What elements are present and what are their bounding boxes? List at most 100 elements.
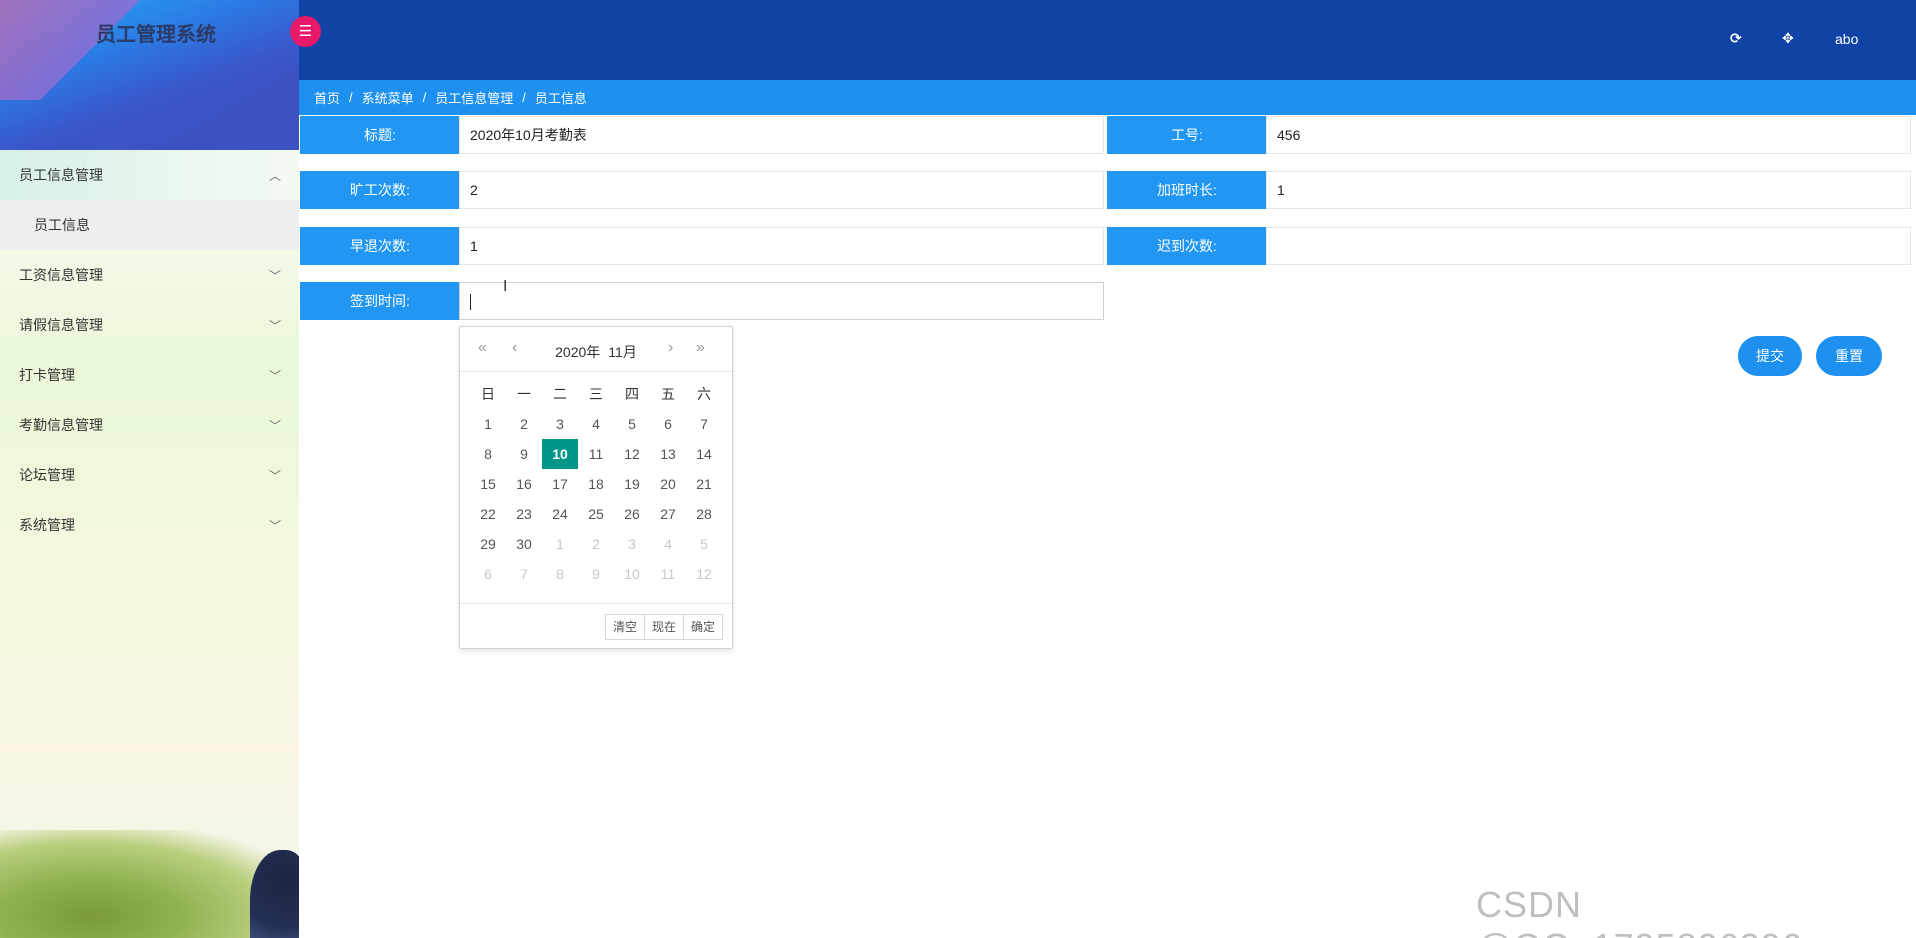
day-cell[interactable]: 15: [470, 469, 506, 499]
sidebar-item-employee-info[interactable]: 员工信息管理 ︿: [0, 150, 299, 200]
day-cell[interactable]: 4: [578, 409, 614, 439]
day-cell-next-month[interactable]: 4: [650, 529, 686, 559]
employee-id-label: 工号:: [1107, 116, 1267, 154]
sidebar-item-leave[interactable]: 请假信息管理 ﹀: [0, 300, 299, 350]
day-cell[interactable]: 12: [614, 439, 650, 469]
user-name[interactable]: abo: [1835, 31, 1858, 47]
clear-button[interactable]: 清空: [604, 614, 645, 640]
sidebar-item-label: 论坛管理: [19, 467, 75, 483]
day-cell[interactable]: 17: [542, 469, 578, 499]
day-cell[interactable]: 28: [686, 499, 722, 529]
sidebar-item-label: 系统管理: [19, 517, 75, 533]
date-picker-year[interactable]: 2020年: [555, 344, 600, 360]
week-row: 15 16 17 18 19 20 21: [470, 469, 722, 499]
day-cell[interactable]: 29: [470, 529, 506, 559]
week-row: 1 2 3 4 5 6 7: [470, 409, 722, 439]
chevron-down-icon: ﹀: [268, 268, 281, 283]
sidebar-item-attendance[interactable]: 考勤信息管理 ﹀: [0, 400, 299, 450]
sidebar-item-label: 工资信息管理: [19, 267, 103, 283]
day-cell[interactable]: 5: [614, 409, 650, 439]
week-row: 8 9 10 11 12 13 14: [470, 439, 722, 469]
day-cell-next-month[interactable]: 3: [614, 529, 650, 559]
chevron-down-icon: ﹀: [268, 518, 281, 533]
signin-time-input[interactable]: [459, 282, 1104, 320]
day-cell[interactable]: 3: [542, 409, 578, 439]
sidebar-item-clock-in[interactable]: 打卡管理 ﹀: [0, 350, 299, 400]
chevron-down-icon: ﹀: [268, 468, 281, 483]
overtime-label: 加班时长:: [1107, 171, 1267, 209]
weekday-label: 二: [553, 386, 567, 402]
day-cell-next-month[interactable]: 5: [686, 529, 722, 559]
sidebar-menu: 员工信息管理 ︿ 员工信息 工资信息管理 ﹀ 请假信息管理 ﹀ 打卡管理 ﹀ 考…: [0, 150, 299, 550]
day-cell[interactable]: 21: [686, 469, 722, 499]
breadcrumb: 首页 / 系统菜单 / 员工信息管理 / 员工信息: [299, 80, 1916, 115]
submenu-item-employee-info[interactable]: 员工信息: [0, 200, 299, 250]
day-cell[interactable]: 7: [686, 409, 722, 439]
day-cell-selected[interactable]: 10: [542, 439, 578, 469]
day-cell[interactable]: 20: [650, 469, 686, 499]
weekday-header-row: 日 一 二 三 四 五 六: [470, 379, 722, 409]
day-cell[interactable]: 26: [614, 499, 650, 529]
day-cell-next-month[interactable]: 11: [650, 559, 686, 589]
sidebar-item-forum[interactable]: 论坛管理 ﹀: [0, 450, 299, 500]
day-cell[interactable]: 1: [470, 409, 506, 439]
date-picker-month[interactable]: 11月: [608, 344, 637, 360]
day-cell[interactable]: 27: [650, 499, 686, 529]
refresh-icon[interactable]: ⟳: [1730, 30, 1742, 47]
submit-button[interactable]: 提交: [1738, 336, 1802, 376]
confirm-button[interactable]: 确定: [682, 614, 723, 640]
day-cell-next-month[interactable]: 12: [686, 559, 722, 589]
next-month-icon[interactable]: ›: [668, 339, 673, 357]
day-cell[interactable]: 23: [506, 499, 542, 529]
fullscreen-icon[interactable]: ✥: [1782, 30, 1794, 47]
top-bar: [299, 0, 1916, 80]
day-cell[interactable]: 6: [650, 409, 686, 439]
day-cell-next-month[interactable]: 10: [614, 559, 650, 589]
day-cell-next-month[interactable]: 8: [542, 559, 578, 589]
title-input[interactable]: 2020年10月考勤表: [459, 116, 1104, 154]
sidebar-item-salary[interactable]: 工资信息管理 ﹀: [0, 250, 299, 300]
app-title: 员工管理系统: [96, 24, 216, 46]
date-picker-title: 2020年 11月: [460, 342, 732, 362]
day-cell[interactable]: 9: [506, 439, 542, 469]
text-caret: [470, 294, 471, 311]
now-button[interactable]: 现在: [643, 614, 684, 640]
day-cell[interactable]: 22: [470, 499, 506, 529]
overtime-input[interactable]: 1: [1266, 171, 1911, 209]
day-cell[interactable]: 8: [470, 439, 506, 469]
sidebar: 员工管理系统 员工信息管理 ︿ 员工信息 工资信息管理 ﹀ 请假信息管理 ﹀ 打…: [0, 0, 299, 938]
breadcrumb-employee-management[interactable]: 员工信息管理: [435, 88, 513, 107]
day-cell[interactable]: 18: [578, 469, 614, 499]
day-cell[interactable]: 24: [542, 499, 578, 529]
absent-count-input[interactable]: 2: [459, 171, 1104, 209]
sidebar-item-label: 考勤信息管理: [19, 417, 103, 433]
day-cell-next-month[interactable]: 7: [506, 559, 542, 589]
day-cell-next-month[interactable]: 9: [578, 559, 614, 589]
text-cursor-icon: Ι: [503, 278, 508, 295]
date-picker-grid: 日 一 二 三 四 五 六 1 2 3 4 5 6 7 8 9 10 11 12…: [470, 379, 722, 589]
week-row: 22 23 24 25 26 27 28: [470, 499, 722, 529]
day-cell[interactable]: 2: [506, 409, 542, 439]
sidebar-item-system[interactable]: 系统管理 ﹀: [0, 500, 299, 550]
day-cell[interactable]: 11: [578, 439, 614, 469]
menu-toggle-button[interactable]: ☰: [290, 16, 321, 47]
signin-time-label: 签到时间:: [300, 282, 460, 320]
employee-id-input[interactable]: 456: [1266, 116, 1911, 154]
day-cell[interactable]: 16: [506, 469, 542, 499]
day-cell-next-month[interactable]: 1: [542, 529, 578, 559]
next-year-icon[interactable]: »: [696, 339, 705, 357]
day-cell[interactable]: 25: [578, 499, 614, 529]
absent-count-label: 旷工次数:: [300, 171, 460, 209]
day-cell-next-month[interactable]: 6: [470, 559, 506, 589]
reset-button[interactable]: 重置: [1816, 336, 1882, 376]
early-leave-input[interactable]: 1: [459, 227, 1104, 265]
day-cell[interactable]: 19: [614, 469, 650, 499]
breadcrumb-home[interactable]: 首页: [314, 88, 340, 107]
day-cell[interactable]: 30: [506, 529, 542, 559]
day-cell-next-month[interactable]: 2: [578, 529, 614, 559]
chevron-down-icon: ﹀: [268, 318, 281, 333]
day-cell[interactable]: 14: [686, 439, 722, 469]
breadcrumb-system-menu[interactable]: 系统菜单: [362, 88, 414, 107]
late-count-input[interactable]: [1266, 227, 1911, 265]
day-cell[interactable]: 13: [650, 439, 686, 469]
